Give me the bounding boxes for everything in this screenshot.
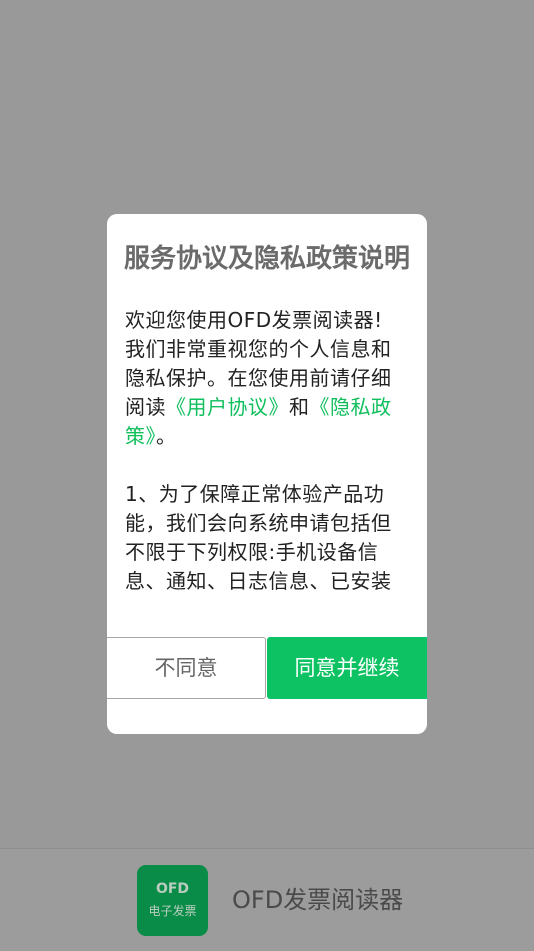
logo-text-invoice: 电子发票 — [148, 904, 197, 918]
disagree-button[interactable]: 不同意 — [107, 637, 266, 699]
app-name: OFD发票阅读器 — [232, 886, 404, 914]
user-agreement-link[interactable]: 《用户协议》 — [166, 395, 289, 419]
privacy-dialog: 服务协议及隐私政策说明 欢迎您使用OFD发票阅读器! 我们非常重视您的个人信息和… — [107, 214, 427, 734]
intro-paragraph: 我们非常重视您的个人信息和隐私保护。在您使用前请仔细阅读《用户协议》和《隐私政策… — [125, 335, 409, 451]
and-text: 和 — [289, 395, 310, 419]
intro-line: 欢迎您使用OFD发票阅读器! — [125, 308, 383, 332]
clause-1: 1、为了保障正常体验产品功能，我们会向系统申请包括但不限于下列权限:手机设备信息… — [125, 482, 392, 600]
dialog-title: 服务协议及隐私政策说明 — [123, 244, 410, 274]
period-text: 。 — [156, 424, 177, 448]
app-logo-icon: OFD 电子发票 — [137, 865, 208, 936]
agree-continue-button[interactable]: 同意并继续 — [267, 637, 427, 699]
splash-footer: OFD 电子发票 OFD发票阅读器 — [0, 848, 534, 951]
dialog-button-row: 不同意 同意并继续 — [107, 637, 427, 699]
dialog-body[interactable]: 欢迎您使用OFD发票阅读器! 我们非常重视您的个人信息和隐私保护。在您使用前请仔… — [125, 306, 409, 600]
logo-text-ofd: OFD — [155, 881, 190, 897]
